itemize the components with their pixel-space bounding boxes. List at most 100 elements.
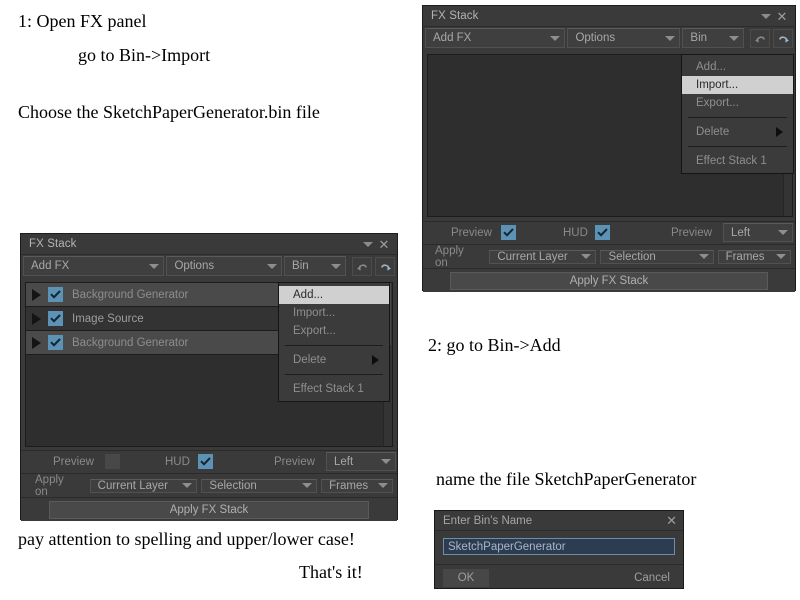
add-fx-dropdown[interactable]: Add FX: [425, 28, 566, 48]
menu-separator: [285, 345, 383, 346]
fx-name-label: Background Generator: [72, 336, 189, 349]
hud-label: HUD: [563, 226, 588, 239]
bin-name-input[interactable]: SketchPaperGenerator: [443, 538, 675, 555]
preview-side-value: Left: [334, 455, 354, 468]
fx-stack-panel-top[interactable]: FX Stack ✕ Add FX Options Bin Add... Imp…: [422, 5, 796, 292]
apply-fx-stack-button[interactable]: Apply FX Stack: [49, 500, 369, 519]
bin-context-menu[interactable]: Add... Import... Export... Delete Effect…: [278, 282, 390, 402]
menu-item-import[interactable]: Import...: [279, 304, 389, 322]
menu-item-export[interactable]: Export...: [279, 322, 389, 340]
menu-item-effect-stack-1[interactable]: Effect Stack 1: [682, 152, 793, 170]
dialog-field-area: SketchPaperGenerator: [435, 531, 683, 565]
chevron-down-icon: [729, 35, 739, 41]
fx-stack-panel-bottom[interactable]: FX Stack ✕ Add FX Options Bin Background…: [20, 233, 398, 521]
preview-checkbox[interactable]: [105, 454, 120, 469]
cancel-button[interactable]: Cancel: [629, 569, 675, 587]
preview-options-row: Preview HUD Preview Left: [423, 221, 795, 243]
expand-triangle-icon[interactable]: [32, 336, 41, 349]
selection-dropdown[interactable]: Selection: [201, 478, 318, 493]
annotation-text: That's it!: [299, 562, 363, 582]
bin-label: Bin: [690, 32, 708, 44]
bin-dropdown[interactable]: Bin: [284, 256, 347, 276]
menu-item-delete[interactable]: Delete: [682, 123, 793, 141]
add-fx-dropdown[interactable]: Add FX: [23, 256, 165, 276]
preview-side-dropdown[interactable]: Left: [326, 452, 396, 471]
options-dropdown[interactable]: Options: [567, 28, 681, 48]
close-icon[interactable]: ✕: [666, 514, 677, 527]
menu-item-label: Export...: [696, 97, 739, 109]
apply-on-row: Apply on Current Layer Selection Frames: [423, 244, 795, 269]
layer-value: Current Layer: [497, 250, 568, 263]
menu-item-label: Effect Stack 1: [293, 383, 364, 395]
apply-on-row: Apply on Current Layer Selection Frames: [21, 473, 397, 498]
layer-dropdown[interactable]: Current Layer: [89, 478, 198, 493]
menu-item-delete[interactable]: Delete: [279, 351, 389, 369]
frames-value: Frames: [329, 479, 369, 492]
dialog-button-row: OK Cancel: [435, 565, 683, 591]
chevron-down-icon: [381, 459, 391, 464]
preview-options-row: Preview HUD Preview Left: [21, 450, 397, 472]
preview-side-label: Preview: [671, 226, 712, 239]
menu-item-import[interactable]: Import...: [682, 76, 793, 94]
menu-separator: [688, 146, 787, 147]
fx-enabled-checkbox[interactable]: [48, 335, 63, 350]
preview-side-label: Preview: [274, 455, 315, 468]
undo-arrow-icon[interactable]: [750, 28, 770, 48]
menu-item-label: Export...: [293, 325, 336, 337]
selection-value: Selection: [209, 479, 257, 492]
redo-arrow-icon[interactable]: [375, 256, 396, 276]
apply-on-label: Apply on: [35, 473, 64, 498]
bin-context-menu[interactable]: Add... Import... Export... Delete Effect…: [681, 54, 794, 174]
preview-checkbox[interactable]: [501, 225, 516, 240]
bin-label: Bin: [292, 260, 309, 272]
add-fx-label: Add FX: [31, 260, 70, 272]
options-dropdown[interactable]: Options: [166, 256, 283, 276]
close-icon[interactable]: ✕: [376, 236, 392, 252]
enter-bin-name-dialog[interactable]: Enter Bin's Name ✕ SketchPaperGenerator …: [434, 510, 684, 589]
menu-separator: [688, 117, 787, 118]
annotation-text: 2: go to Bin->Add: [428, 335, 561, 355]
selection-dropdown[interactable]: Selection: [600, 249, 714, 264]
menu-item-effect-stack-1[interactable]: Effect Stack 1: [279, 380, 389, 398]
chevron-down-icon: [302, 483, 313, 488]
fx-enabled-checkbox[interactable]: [48, 311, 63, 326]
redo-arrow-icon[interactable]: [773, 28, 793, 48]
chevron-down-icon[interactable]: [360, 236, 376, 252]
menu-item-label: Import...: [696, 79, 739, 91]
menu-item-export[interactable]: Export...: [682, 94, 793, 112]
add-fx-label: Add FX: [433, 32, 472, 44]
menu-item-label: Add...: [293, 289, 324, 301]
expand-triangle-icon[interactable]: [32, 288, 41, 301]
undo-arrow-icon[interactable]: [352, 256, 373, 276]
chevron-right-icon: [372, 355, 379, 365]
chevron-down-icon: [665, 35, 676, 41]
preview-side-dropdown[interactable]: Left: [723, 223, 793, 242]
close-icon[interactable]: ✕: [774, 8, 790, 24]
apply-fx-stack-button[interactable]: Apply FX Stack: [450, 271, 768, 290]
menu-item-label: Add...: [696, 61, 727, 73]
chevron-right-icon: [776, 127, 783, 137]
bin-dropdown[interactable]: Bin: [682, 28, 744, 48]
panel-titlebar: FX Stack ✕: [21, 234, 397, 255]
expand-triangle-icon[interactable]: [32, 312, 41, 325]
layer-value: Current Layer: [97, 479, 168, 492]
menu-item-label: Delete: [696, 126, 730, 138]
options-label: Options: [174, 260, 215, 272]
apply-button-row: Apply FX Stack: [423, 268, 795, 292]
menu-item-label: Effect Stack 1: [696, 155, 767, 167]
hud-checkbox[interactable]: [198, 454, 213, 469]
apply-button-row: Apply FX Stack: [21, 497, 397, 521]
frames-dropdown[interactable]: Frames: [717, 249, 791, 264]
preview-side-value: Left: [731, 226, 751, 239]
ok-button[interactable]: OK: [443, 569, 489, 587]
menu-item-add[interactable]: Add...: [682, 58, 793, 76]
chevron-down-icon: [378, 483, 388, 488]
layer-dropdown[interactable]: Current Layer: [489, 249, 597, 264]
frames-dropdown[interactable]: Frames: [321, 478, 393, 493]
fx-enabled-checkbox[interactable]: [48, 287, 63, 302]
menu-item-add[interactable]: Add...: [279, 286, 389, 304]
hud-checkbox[interactable]: [595, 225, 610, 240]
chevron-down-icon: [698, 254, 709, 259]
chevron-down-icon[interactable]: [758, 8, 774, 24]
chevron-down-icon: [267, 263, 278, 269]
